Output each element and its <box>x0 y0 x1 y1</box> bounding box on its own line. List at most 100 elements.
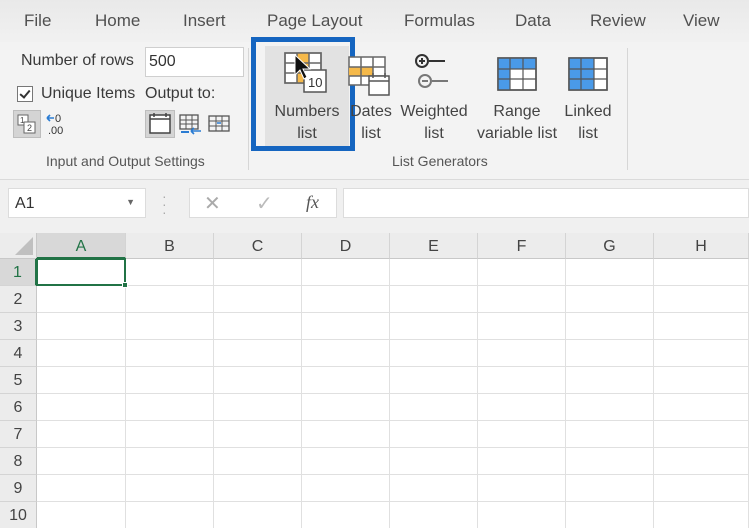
row-header-4[interactable]: 4 <box>0 340 37 367</box>
cell-d4[interactable] <box>302 340 390 367</box>
decimal-places-button[interactable]: 0 .00 <box>44 110 72 138</box>
cell-f2[interactable] <box>478 286 566 313</box>
cell-b10[interactable] <box>126 502 214 528</box>
cell-f9[interactable] <box>478 475 566 502</box>
cell-g5[interactable] <box>566 367 654 394</box>
row-header-8[interactable]: 8 <box>0 448 37 475</box>
cell-d9[interactable] <box>302 475 390 502</box>
cell-b9[interactable] <box>126 475 214 502</box>
unique-items-checkbox[interactable] <box>17 86 33 102</box>
cell-c1[interactable] <box>214 259 302 286</box>
cell-c7[interactable] <box>214 421 302 448</box>
cell-e8[interactable] <box>390 448 478 475</box>
cell-f4[interactable] <box>478 340 566 367</box>
cell-c3[interactable] <box>214 313 302 340</box>
name-box[interactable]: A1 ▼ <box>8 188 146 218</box>
fx-icon[interactable]: fx <box>306 192 319 213</box>
cancel-icon[interactable]: ✕ <box>204 191 221 216</box>
cell-e5[interactable] <box>390 367 478 394</box>
cell-d6[interactable] <box>302 394 390 421</box>
enter-icon[interactable]: ✓ <box>256 191 273 216</box>
chevron-down-icon[interactable]: ▼ <box>126 197 135 207</box>
cell-g6[interactable] <box>566 394 654 421</box>
cell-h10[interactable] <box>654 502 749 528</box>
tab-insert[interactable]: Insert <box>183 11 226 31</box>
cell-d3[interactable] <box>302 313 390 340</box>
cell-a9[interactable] <box>37 475 126 502</box>
output-insert-button[interactable] <box>177 110 205 138</box>
cell-b2[interactable] <box>126 286 214 313</box>
row-header-9[interactable]: 9 <box>0 475 37 502</box>
row-header-10[interactable]: 10 <box>0 502 37 528</box>
active-cell-selection[interactable] <box>36 258 126 286</box>
cell-e6[interactable] <box>390 394 478 421</box>
cell-h2[interactable] <box>654 286 749 313</box>
cell-e3[interactable] <box>390 313 478 340</box>
cell-a5[interactable] <box>37 367 126 394</box>
cell-e1[interactable] <box>390 259 478 286</box>
column-header-h[interactable]: H <box>654 233 749 259</box>
output-new-sheet-button[interactable] <box>145 110 175 138</box>
row-header-1[interactable]: 1 <box>0 259 37 286</box>
tab-view[interactable]: View <box>683 11 720 31</box>
cell-a3[interactable] <box>37 313 126 340</box>
row-header-2[interactable]: 2 <box>0 286 37 313</box>
row-header-3[interactable]: 3 <box>0 313 37 340</box>
cell-f3[interactable] <box>478 313 566 340</box>
cell-f7[interactable] <box>478 421 566 448</box>
formula-input[interactable] <box>343 188 749 218</box>
cell-a4[interactable] <box>37 340 126 367</box>
cell-h7[interactable] <box>654 421 749 448</box>
cell-d10[interactable] <box>302 502 390 528</box>
cell-h5[interactable] <box>654 367 749 394</box>
cell-b8[interactable] <box>126 448 214 475</box>
row-header-7[interactable]: 7 <box>0 421 37 448</box>
sort-order-button[interactable]: 1 2 <box>13 110 41 138</box>
cell-f5[interactable] <box>478 367 566 394</box>
select-all-button[interactable] <box>0 233 37 259</box>
cell-a8[interactable] <box>37 448 126 475</box>
tab-formulas[interactable]: Formulas <box>404 11 475 31</box>
cell-c4[interactable] <box>214 340 302 367</box>
cell-f1[interactable] <box>478 259 566 286</box>
tab-page-layout[interactable]: Page Layout <box>267 11 362 31</box>
row-header-6[interactable]: 6 <box>0 394 37 421</box>
column-header-b[interactable]: B <box>126 233 214 259</box>
cell-e9[interactable] <box>390 475 478 502</box>
cell-b5[interactable] <box>126 367 214 394</box>
cell-e2[interactable] <box>390 286 478 313</box>
cell-b7[interactable] <box>126 421 214 448</box>
dates-list-button[interactable]: Dates list <box>345 46 393 154</box>
cell-g8[interactable] <box>566 448 654 475</box>
cell-g3[interactable] <box>566 313 654 340</box>
tab-data[interactable]: Data <box>515 11 551 31</box>
row-header-5[interactable]: 5 <box>0 367 37 394</box>
cell-c2[interactable] <box>214 286 302 313</box>
fill-handle[interactable] <box>122 282 128 288</box>
cell-a10[interactable] <box>37 502 126 528</box>
tab-file[interactable]: File <box>24 11 51 31</box>
cell-b1[interactable] <box>126 259 214 286</box>
cell-g2[interactable] <box>566 286 654 313</box>
cell-h3[interactable] <box>654 313 749 340</box>
cell-h6[interactable] <box>654 394 749 421</box>
cell-f6[interactable] <box>478 394 566 421</box>
cell-d1[interactable] <box>302 259 390 286</box>
cell-f8[interactable] <box>478 448 566 475</box>
cell-c5[interactable] <box>214 367 302 394</box>
cell-d8[interactable] <box>302 448 390 475</box>
rows-input[interactable] <box>145 47 244 77</box>
cell-c8[interactable] <box>214 448 302 475</box>
cell-d5[interactable] <box>302 367 390 394</box>
cell-g10[interactable] <box>566 502 654 528</box>
cell-h9[interactable] <box>654 475 749 502</box>
range-variable-list-button[interactable]: Range variable list <box>474 46 560 154</box>
cell-a2[interactable] <box>37 286 126 313</box>
cell-g4[interactable] <box>566 340 654 367</box>
linked-list-button[interactable]: Linked list <box>562 46 614 154</box>
cell-h1[interactable] <box>654 259 749 286</box>
grip-icon[interactable]: · · · <box>162 189 167 219</box>
cell-g7[interactable] <box>566 421 654 448</box>
column-header-f[interactable]: F <box>478 233 566 259</box>
cell-c9[interactable] <box>214 475 302 502</box>
